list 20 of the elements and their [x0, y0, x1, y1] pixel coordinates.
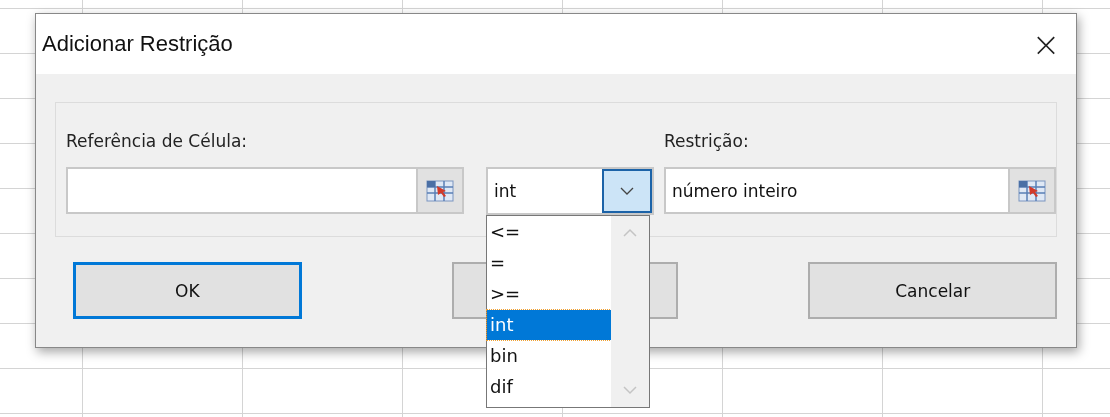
close-button[interactable]: × — [1016, 16, 1076, 72]
operator-option[interactable]: >= — [487, 279, 611, 309]
field-label: Restrição: — [664, 131, 750, 153]
field-label: Referência de Célula: — [66, 131, 249, 153]
constraint-field[interactable]: número inteiro — [664, 167, 1056, 214]
scrollbar[interactable] — [611, 216, 649, 407]
scroll-down-icon[interactable] — [622, 385, 638, 395]
range-picker-icon[interactable] — [416, 169, 462, 212]
operator-option[interactable]: <= — [487, 217, 611, 247]
window-title: Adicionar Restrição — [42, 31, 233, 57]
cell-reference-field[interactable] — [66, 167, 464, 214]
operator-option[interactable]: dif — [487, 372, 611, 402]
dialog-button[interactable]: OK — [73, 262, 302, 319]
operator-option[interactable]: int — [487, 310, 611, 340]
operator-dropdown[interactable]: int — [486, 167, 654, 215]
range-picker-icon[interactable] — [1008, 169, 1054, 212]
operator-option[interactable]: = — [487, 248, 611, 278]
operator-option[interactable]: bin — [487, 341, 611, 371]
dialog-button[interactable]: Cancelar — [808, 262, 1057, 319]
scroll-up-icon[interactable] — [622, 228, 638, 238]
